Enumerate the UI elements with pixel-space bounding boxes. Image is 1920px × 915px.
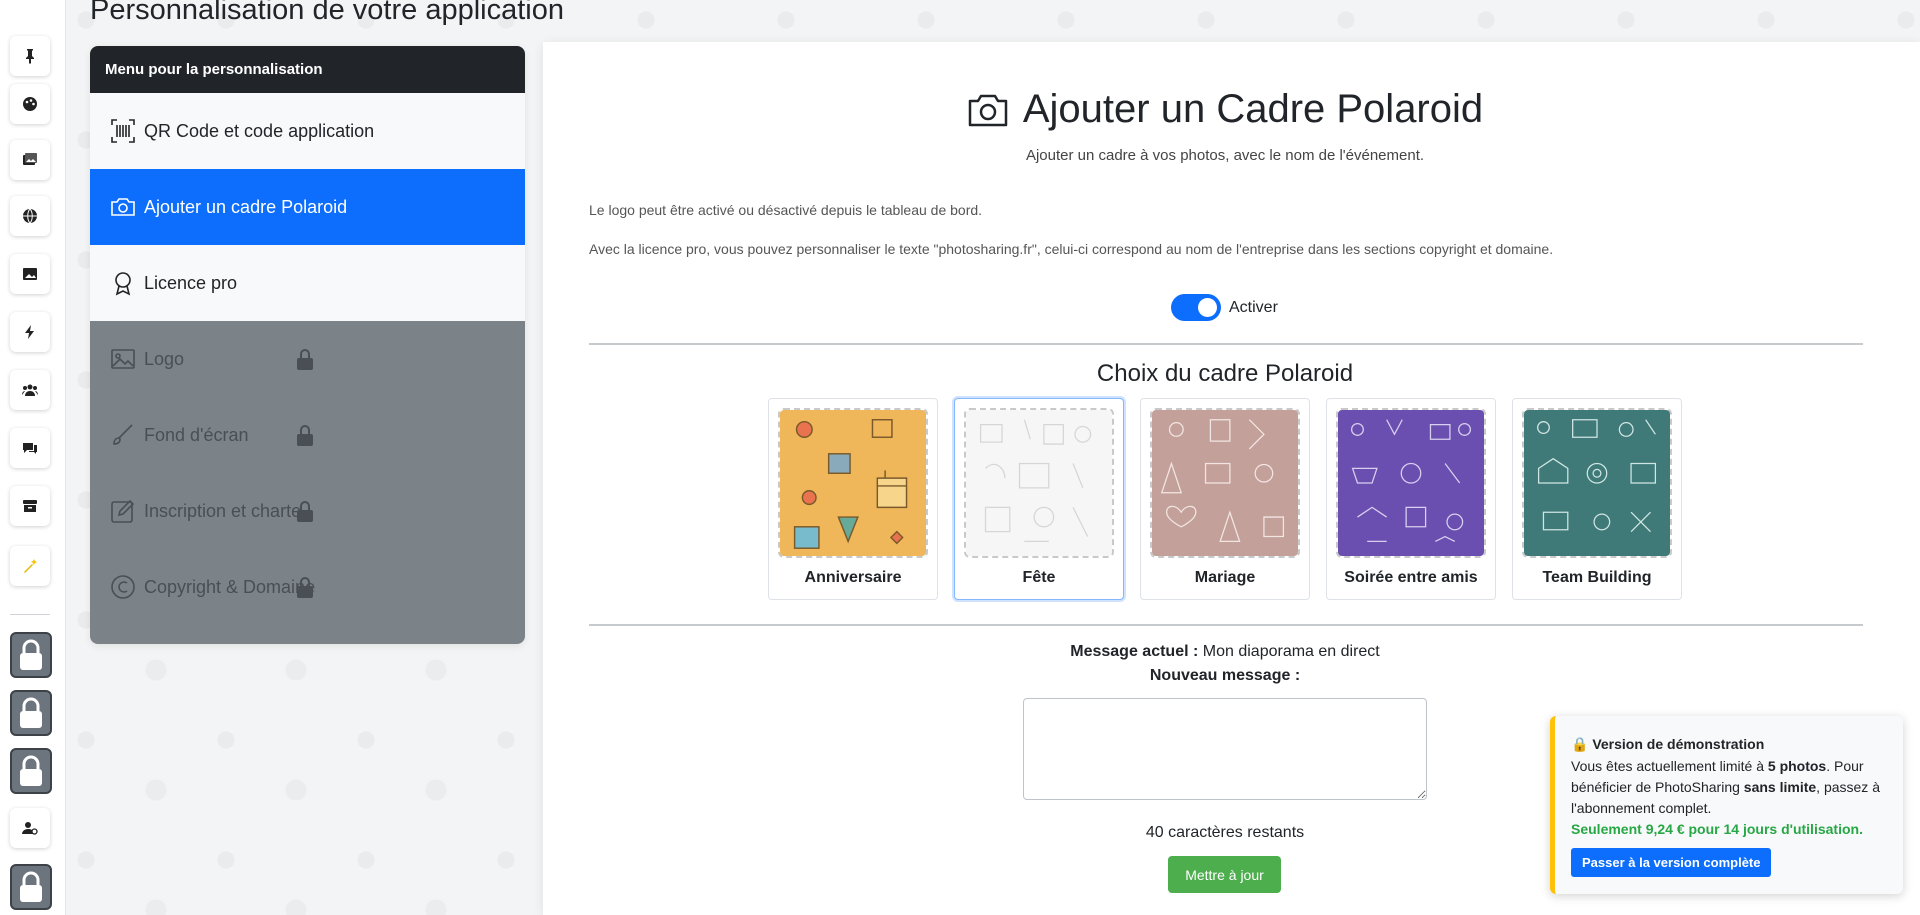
camera-icon: [968, 94, 1008, 126]
toast-no-limit: sans limite: [1743, 779, 1817, 795]
lock-icon: [295, 423, 315, 447]
barcode-icon: [111, 119, 135, 143]
frame-label: Mariage: [1194, 569, 1256, 586]
image-icon[interactable]: [10, 254, 50, 294]
menu-item-logo[interactable]: Logo: [90, 321, 525, 397]
magic-wand-icon[interactable]: [10, 546, 50, 586]
copyright-icon: [111, 575, 135, 599]
toast-message: Vous êtes actuellement limité à 5 photos…: [1571, 756, 1889, 819]
frame-label: Team Building: [1542, 569, 1652, 586]
main-title-text: Ajouter un Cadre Polaroid: [1022, 87, 1484, 131]
update-button[interactable]: Mettre à jour: [1168, 856, 1281, 893]
frames-title: Choix du cadre Polaroid: [1096, 360, 1354, 387]
frame-card-soiree[interactable]: Soirée entre amis: [1326, 398, 1496, 600]
image-icon: [111, 349, 135, 369]
frame-thumbnail: [778, 408, 928, 558]
info-licence: Avec la licence pro, vous pouvez personn…: [589, 241, 1554, 257]
lock-icon[interactable]: [10, 864, 52, 910]
main-subtitle: Ajouter un cadre à vos photos, avec le n…: [1025, 147, 1425, 164]
frames-list: Anniversaire Fête Mariage Soirée entre a…: [768, 398, 1682, 600]
menu-item-polaroid[interactable]: Ajouter un cadre Polaroid: [90, 169, 525, 245]
chat-icon[interactable]: [10, 428, 50, 468]
activate-toggle-wrap: Activer: [1171, 294, 1278, 321]
divider: [589, 624, 1863, 626]
toast-title: 🔒 Version de démonstration: [1571, 736, 1765, 752]
users-icon[interactable]: [10, 370, 50, 410]
frame-label: Soirée entre amis: [1344, 569, 1478, 586]
new-message-label: Nouveau message :: [1149, 667, 1301, 684]
menu-item-qr-code[interactable]: QR Code et code application: [90, 93, 525, 169]
customization-menu: Menu pour la personnalisation QR Code et…: [90, 46, 525, 644]
award-icon: [115, 272, 131, 296]
archive-icon[interactable]: [10, 486, 50, 526]
menu-item-copyright[interactable]: Copyright & Domaine: [90, 549, 525, 625]
frame-thumbnail: [1150, 408, 1300, 558]
user-settings-icon[interactable]: [10, 808, 50, 848]
divider: [589, 343, 1863, 345]
lock-icon[interactable]: [10, 632, 52, 678]
upgrade-button[interactable]: Passer à la version complète: [1571, 848, 1772, 877]
lock-icon: [295, 575, 315, 599]
menu-item-label: Ajouter un cadre Polaroid: [144, 196, 348, 217]
current-message-label: Message actuel :: [1070, 643, 1199, 660]
images-icon[interactable]: [10, 140, 50, 180]
bolt-icon[interactable]: [10, 312, 50, 352]
frame-card-mariage[interactable]: Mariage: [1140, 398, 1310, 600]
current-message-value: Mon diaporama en direct: [1202, 643, 1380, 660]
menu-item-label: Logo: [144, 348, 185, 369]
lock-icon: [295, 499, 315, 523]
palette-icon[interactable]: [10, 84, 50, 124]
toast-photo-limit: 5 photos: [1767, 758, 1827, 774]
menu-item-label: QR Code et code application: [144, 120, 375, 141]
lock-icon[interactable]: [10, 748, 52, 794]
frame-label: Anniversaire: [804, 569, 902, 586]
toast-offer: Seulement 9,24 € pour 14 jours d'utilisa…: [1571, 821, 1863, 837]
frame-card-team-building[interactable]: Team Building: [1512, 398, 1682, 600]
icon-rail: [0, 0, 66, 915]
menu-item-registration[interactable]: Inscription et charte: [90, 473, 525, 549]
activate-toggle[interactable]: [1171, 294, 1221, 321]
new-message-input[interactable]: [1023, 698, 1427, 800]
frame-thumbnail: [964, 408, 1114, 558]
menu-header: Menu pour la personnalisation: [90, 46, 525, 93]
activate-label: Activer: [1229, 298, 1278, 316]
camera-icon: [111, 198, 135, 216]
frame-thumbnail: [1522, 408, 1672, 558]
menu-item-wallpaper[interactable]: Fond d'écran: [90, 397, 525, 473]
menu-item-label: Fond d'écran: [144, 424, 249, 445]
lock-icon: [295, 347, 315, 371]
menu-item-licence[interactable]: Licence pro: [90, 245, 525, 321]
menu-locked-footer: [90, 625, 525, 644]
pin-icon[interactable]: [10, 36, 50, 76]
menu-item-label: Copyright & Domaine: [144, 576, 316, 597]
page-title: Personnalisation de votre application: [90, 0, 564, 26]
frame-card-anniversaire[interactable]: Anniversaire: [768, 398, 938, 600]
rail-divider: [10, 614, 50, 615]
toast-text: Vous êtes actuellement limité à: [1571, 758, 1768, 774]
demo-version-toast: 🔒 Version de démonstration Vous êtes act…: [1550, 716, 1903, 894]
info-logo: Le logo peut être activé ou désactivé de…: [589, 202, 983, 218]
globe-icon[interactable]: [10, 196, 50, 236]
menu-item-label: Licence pro: [144, 272, 238, 293]
current-message: Message actuel : Mon diaporama en direct: [543, 643, 1907, 661]
brush-icon: [113, 424, 133, 445]
frame-thumbnail: [1336, 408, 1486, 558]
frame-card-fete[interactable]: Fête: [954, 398, 1124, 600]
main-title: Ajouter un Cadre Polaroid: [543, 87, 1907, 132]
lock-icon[interactable]: [10, 690, 52, 736]
frame-label: Fête: [1022, 569, 1056, 586]
menu-item-label: Inscription et charte: [144, 500, 302, 521]
edit-icon: [111, 499, 135, 523]
